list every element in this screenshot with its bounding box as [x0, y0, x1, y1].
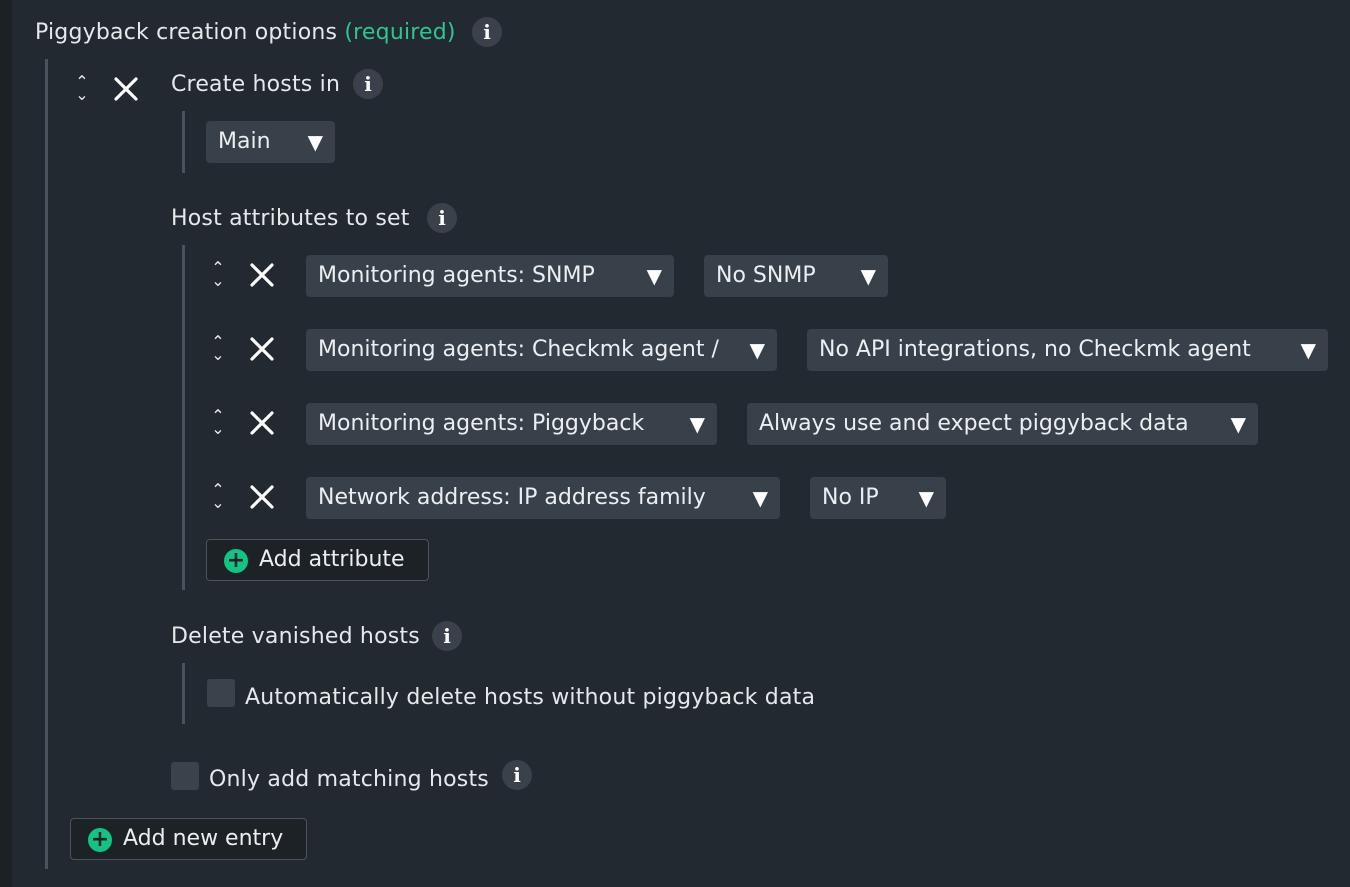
attribute-select-value: Monitoring agents: Checkmk agent / [318, 337, 719, 362]
attribute-select[interactable]: Monitoring agents: Checkmk agent / ▼ [306, 329, 777, 371]
plus-icon: + [88, 828, 112, 852]
delete-attribute-icon[interactable] [248, 483, 276, 511]
attribute-select[interactable]: Monitoring agents: Piggyback ▼ [306, 403, 717, 445]
dropdown-arrow-icon: ▼ [860, 264, 876, 288]
add-new-entry-button[interactable]: + Add new entry [70, 818, 307, 860]
create-hosts-in-label: Create hosts in [171, 72, 341, 97]
section-title-text: Piggyback creation options [35, 20, 338, 45]
host-attributes-guide-line [182, 245, 185, 590]
page-edge [0, 0, 12, 887]
info-icon[interactable]: i [472, 17, 502, 47]
info-icon[interactable]: i [432, 621, 462, 651]
add-attribute-label: Add attribute [259, 547, 405, 572]
dropdown-arrow-icon: ▼ [749, 338, 765, 362]
delete-vanished-guide-line [182, 663, 185, 724]
attribute-value-text: No IP [822, 485, 879, 510]
entry-guide-line [45, 59, 48, 869]
info-icon[interactable]: i [353, 69, 383, 99]
attribute-select[interactable]: Monitoring agents: SNMP ▼ [306, 255, 674, 297]
create-hosts-in-select[interactable]: Main ▼ [206, 121, 335, 163]
delete-attribute-icon[interactable] [248, 261, 276, 289]
attribute-value-select[interactable]: No SNMP ▼ [704, 255, 888, 297]
delete-entry-icon[interactable] [112, 75, 140, 103]
attribute-value-select[interactable]: No API integrations, no Checkmk agent ▼ [807, 329, 1328, 371]
attribute-value-text: Always use and expect piggyback data [759, 411, 1189, 436]
attribute-value-text: No SNMP [716, 263, 816, 288]
add-attribute-button[interactable]: + Add attribute [206, 539, 429, 581]
info-icon[interactable]: i [427, 203, 457, 233]
delete-attribute-icon[interactable] [248, 335, 276, 363]
delete-attribute-icon[interactable] [248, 409, 276, 437]
attribute-value-select[interactable]: No IP ▼ [810, 477, 946, 519]
create-hosts-guide-line [182, 111, 185, 173]
dropdown-arrow-icon: ▼ [918, 486, 934, 510]
section-title: Piggyback creation options (required) [35, 19, 456, 47]
attribute-value-text: No API integrations, no Checkmk agent [819, 337, 1251, 362]
add-new-entry-label: Add new entry [123, 826, 284, 851]
delete-vanished-checkbox-label[interactable]: Automatically delete hosts without piggy… [245, 684, 815, 712]
dropdown-arrow-icon: ▼ [1230, 412, 1246, 436]
dropdown-arrow-icon: ▼ [1300, 338, 1316, 362]
only-matching-label[interactable]: Only add matching hosts [209, 766, 489, 794]
attribute-select-value: Monitoring agents: Piggyback [318, 411, 645, 436]
sort-icon[interactable]: ⌃ ⌄ [208, 334, 228, 365]
create-hosts-in-value: Main [218, 129, 271, 154]
required-label: (required) [344, 20, 456, 45]
sort-icon[interactable]: ⌃ ⌄ [72, 74, 92, 105]
only-matching-checkbox[interactable] [171, 762, 199, 790]
attribute-select-value: Network address: IP address family [318, 485, 706, 510]
attribute-value-select[interactable]: Always use and expect piggyback data ▼ [747, 403, 1258, 445]
dropdown-arrow-icon: ▼ [752, 486, 768, 510]
delete-vanished-checkbox[interactable] [207, 679, 235, 707]
attribute-select[interactable]: Network address: IP address family ▼ [306, 477, 780, 519]
delete-vanished-label: Delete vanished hosts [171, 624, 420, 649]
plus-icon: + [224, 549, 248, 573]
sort-icon[interactable]: ⌃ ⌄ [208, 260, 228, 291]
sort-icon[interactable]: ⌃ ⌄ [208, 482, 228, 513]
dropdown-arrow-icon: ▼ [307, 130, 323, 154]
info-icon[interactable]: i [502, 760, 532, 790]
host-attributes-label: Host attributes to set [171, 206, 410, 231]
dropdown-arrow-icon: ▼ [646, 264, 662, 288]
dropdown-arrow-icon: ▼ [689, 412, 705, 436]
attribute-select-value: Monitoring agents: SNMP [318, 263, 595, 288]
sort-icon[interactable]: ⌃ ⌄ [208, 408, 228, 439]
